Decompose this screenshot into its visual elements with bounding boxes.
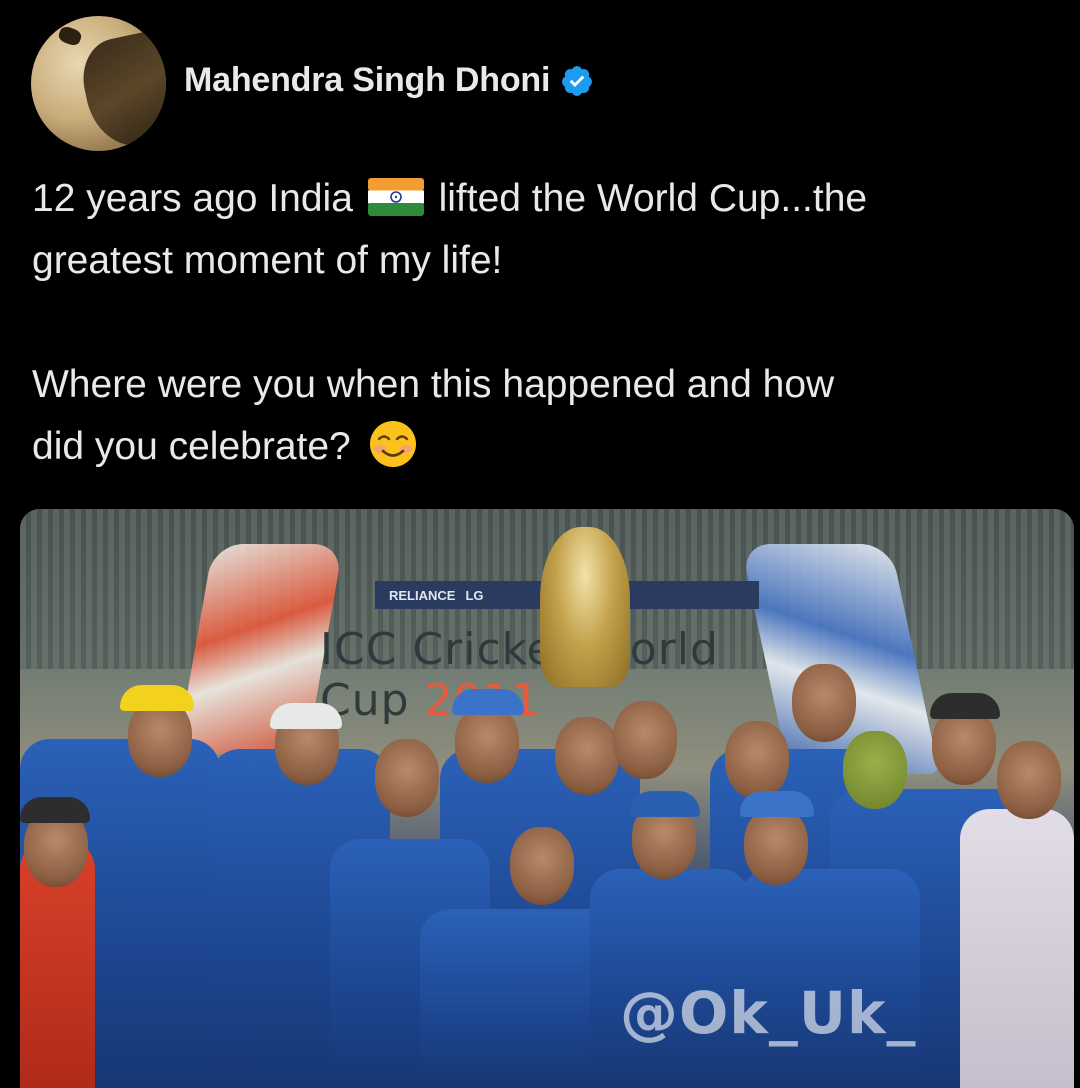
official-shirt (960, 809, 1074, 1088)
tweet-line-3: Where were you when this happened and ho… (32, 363, 835, 406)
smiling-face-emoji (369, 421, 416, 467)
player-face (843, 731, 907, 809)
player-face (375, 739, 439, 817)
player-face (725, 721, 789, 799)
player-face (744, 807, 808, 885)
world-cup-trophy (540, 527, 630, 687)
player-face (555, 717, 619, 795)
tweet-line-4: did you celebrate? (32, 416, 1052, 478)
player-cap (20, 797, 90, 823)
player-cap (270, 703, 342, 729)
tweet-line-2: greatest moment of my life! (32, 239, 503, 282)
player-cap (120, 685, 194, 711)
player-cap (930, 693, 1000, 719)
player-face (613, 701, 677, 779)
tweet-media-image[interactable]: RELIANCE LG ICC Cricket World Cup 2011 @… (20, 509, 1074, 1088)
player-face (455, 705, 519, 783)
tweet-header: Mahendra Singh Dhoni (31, 16, 594, 151)
tweet-text: 12 years ago India lifted the World Cup.… (32, 168, 1052, 478)
player-face (792, 664, 856, 742)
player-cap (452, 689, 524, 715)
author-avatar[interactable] (31, 16, 166, 151)
image-watermark: @Ok_Uk_ (620, 979, 917, 1047)
official-face (997, 741, 1061, 819)
tweet-line-1: 12 years ago India lifted the World Cup.… (32, 177, 868, 220)
player-cap (630, 791, 700, 817)
player-face (510, 827, 574, 905)
player-cap (740, 791, 814, 817)
india-flag-emoji (367, 178, 424, 216)
author-name-row: Mahendra Singh Dhoni (184, 61, 594, 100)
author-name[interactable]: Mahendra Singh Dhoni (184, 61, 550, 100)
verified-badge-icon (562, 65, 593, 96)
